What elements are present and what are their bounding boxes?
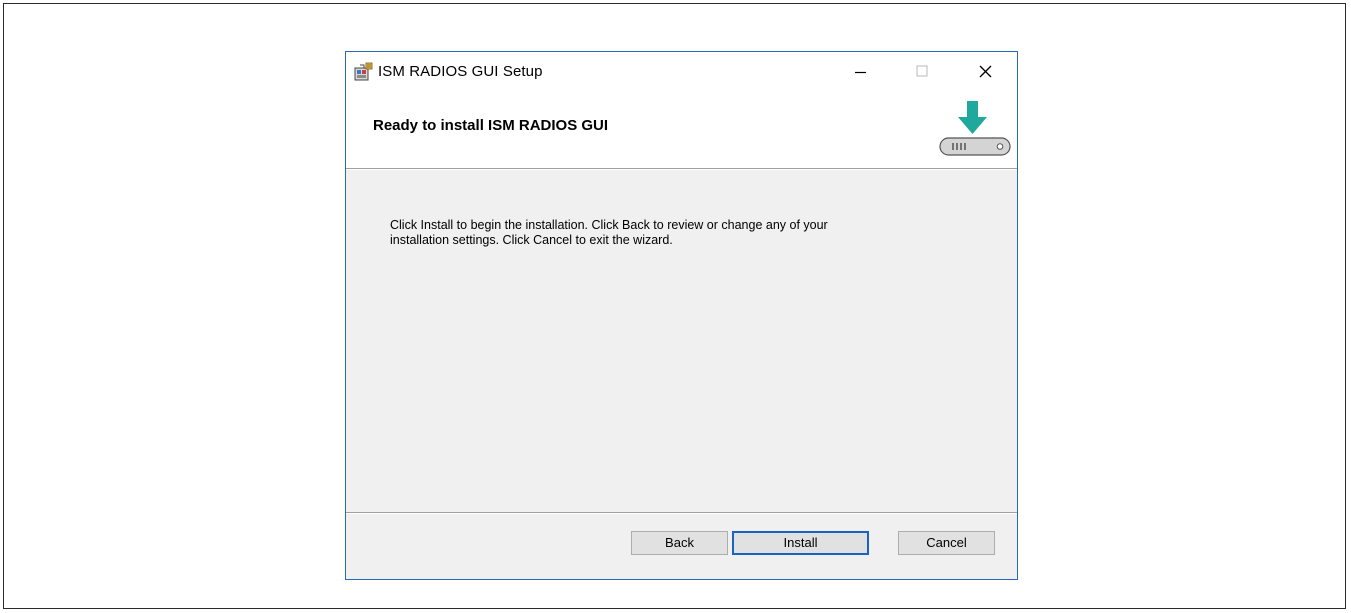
installer-app-icon: [354, 62, 373, 81]
minimize-button[interactable]: [837, 52, 883, 92]
maximize-button[interactable]: [899, 52, 945, 92]
wizard-header: Ready to install ISM RADIOS GUI: [346, 92, 1017, 169]
window-title: ISM RADIOS GUI Setup: [378, 63, 543, 80]
header-divider: [346, 168, 1017, 170]
screenshot-frame: ISM RADIOS GUI Setup Ready to install IS…: [3, 3, 1346, 609]
back-button[interactable]: Back: [631, 531, 728, 555]
footer-divider: [346, 512, 1017, 514]
setup-window: ISM RADIOS GUI Setup Ready to install IS…: [345, 51, 1018, 580]
download-to-drive-icon: [939, 101, 1011, 156]
instructions-line-1: Click Install to begin the installation.…: [390, 218, 828, 232]
cancel-button[interactable]: Cancel: [898, 531, 995, 555]
page-title: Ready to install ISM RADIOS GUI: [373, 117, 609, 134]
close-button[interactable]: [962, 52, 1008, 92]
instructions-text: Click Install to begin the installation.…: [390, 218, 950, 248]
title-bar[interactable]: ISM RADIOS GUI Setup: [346, 52, 1017, 92]
instructions-line-2: installation settings. Click Cancel to e…: [390, 233, 673, 247]
install-button[interactable]: Install: [732, 531, 869, 555]
